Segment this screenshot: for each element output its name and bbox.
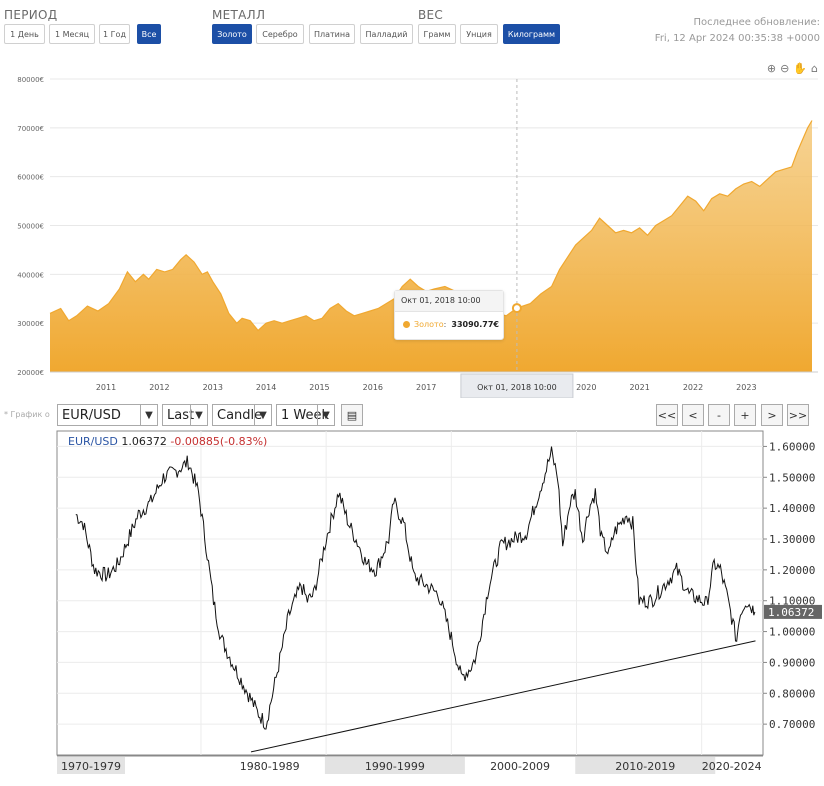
pan-hand-icon[interactable]: ✋ [793, 62, 807, 75]
field-select[interactable]: Last ▼ [162, 404, 208, 426]
gold-y-tick-label: 30000€ [17, 320, 44, 328]
zoom-out-button[interactable]: - [708, 404, 730, 426]
table-icon: ▤ [346, 408, 358, 422]
fx-y-tick-label: 1.40000 [769, 502, 815, 515]
series-dot-icon [403, 321, 410, 328]
gold-x-tick-label: 2015 [309, 383, 329, 392]
metal-palladium-button[interactable]: Палладий [360, 24, 413, 44]
gold-x-tick-label: 2016 [363, 383, 383, 392]
fx-x-tick-label: 2010-2019 [615, 760, 675, 773]
nav-last-button[interactable]: >> [787, 404, 809, 426]
weight-title: ВЕС [418, 8, 444, 22]
gold-x-tick-label: 2014 [256, 383, 276, 392]
zoom-out-icon[interactable]: ⊖ [780, 62, 789, 75]
legend-last: 1.06372 [121, 435, 167, 448]
chart-note: * График о [4, 410, 50, 419]
metal-platinum-button[interactable]: Платина [309, 24, 355, 44]
period-1year-button[interactable]: 1 Год [99, 24, 130, 44]
chevron-down-icon: ▼ [254, 405, 271, 425]
gold-y-tick-label: 80000€ [17, 76, 44, 84]
metal-gold-button[interactable]: Золото [212, 24, 252, 44]
tooltip-title: Окт 01, 2018 10:00 [395, 291, 503, 312]
period-1day-button[interactable]: 1 День [4, 24, 45, 44]
gold-x-tick-label: 2013 [203, 383, 223, 392]
legend-symbol: EUR/USD [68, 435, 118, 448]
fx-legend: EUR/USD 1.06372 -0.00885(-0.83%) [68, 435, 267, 448]
fx-x-tick-label: 1980-1989 [240, 760, 300, 773]
gold-x-tick-label: 2011 [96, 383, 116, 392]
gold-chart-toolbar: ⊕ ⊖ ✋ ⌂ [767, 62, 818, 75]
gold-y-tick-label: 20000€ [17, 369, 44, 377]
highlight-point [511, 303, 522, 314]
gold-y-tick-label: 50000€ [17, 223, 44, 231]
interval-select[interactable]: 1 Week ▼ [276, 404, 335, 426]
crosshair-label: Окт 01, 2018 10:00 [477, 383, 557, 392]
metal-silver-button[interactable]: Серебро [256, 24, 304, 44]
gold-x-tick-label: 2021 [629, 383, 649, 392]
period-all-button[interactable]: Все [137, 24, 161, 44]
metal-title: МЕТАЛЛ [212, 8, 266, 22]
fx-y-tick-label: 1.60000 [769, 440, 815, 453]
period-1month-button[interactable]: 1 Месяц [49, 24, 95, 44]
gold-y-tick-label: 40000€ [17, 271, 44, 279]
chevron-down-icon: ▼ [317, 405, 334, 425]
chart-type-select[interactable]: Candle ▼ [212, 404, 272, 426]
zoom-in-button[interactable]: + [734, 404, 756, 426]
weight-gram-button[interactable]: Грамм [418, 24, 456, 44]
gold-price-chart[interactable]: 20000€ 30000€ 40000€ 50000€ 60000€ 70000€ 8000… [0, 58, 824, 398]
fx-x-tick-label: 1990-1999 [365, 760, 425, 773]
fx-y-tick-label: 1.00000 [769, 626, 815, 639]
fx-y-tick-label: 1.50000 [769, 471, 815, 484]
symbol-select-value: EUR/USD [62, 407, 121, 423]
zoom-in-icon[interactable]: ⊕ [767, 62, 776, 75]
chevron-down-icon: ▼ [190, 405, 207, 425]
gold-x-tick-label: 2020 [576, 383, 596, 392]
gold-x-tick-label: 2022 [683, 383, 703, 392]
gold-y-tick-label: 60000€ [17, 174, 44, 182]
fx-y-tick-label: 0.90000 [769, 656, 815, 669]
fx-x-tick-label: 2000-2009 [490, 760, 550, 773]
tooltip-row: Золото: 33090.77€ [403, 320, 499, 329]
fx-x-tick-label: 2020-2024 [702, 760, 762, 773]
fx-y-tick-label: 1.30000 [769, 533, 815, 546]
gold-x-tick-label: 2012 [149, 383, 169, 392]
weight-ounce-button[interactable]: Унция [460, 24, 498, 44]
nav-first-button[interactable]: << [656, 404, 678, 426]
legend-change: -0.00885(-0.83%) [170, 435, 268, 448]
fx-x-tick-label: 1970-1979 [61, 760, 121, 773]
fx-y-tick-label: 0.70000 [769, 718, 815, 731]
chevron-down-icon: ▼ [140, 405, 157, 425]
period-title: ПЕРИОД [4, 8, 58, 22]
nav-prev-button[interactable]: < [682, 404, 704, 426]
fx-y-tick-label: 0.80000 [769, 687, 815, 700]
gold-y-tick-label: 70000€ [17, 125, 44, 133]
fx-price-label: 1.06372 [768, 606, 814, 619]
nav-next-button[interactable]: > [761, 404, 783, 426]
tooltip-value: 33090.77€ [451, 320, 499, 329]
last-update-label: Последнее обновление: [693, 17, 820, 28]
fx-y-tick-label: 1.20000 [769, 564, 815, 577]
weight-kilogram-button[interactable]: Килограмм [503, 24, 560, 44]
gold-tooltip: Окт 01, 2018 10:00 Золото: 33090.77€ [394, 290, 504, 340]
data-table-button[interactable]: ▤ [341, 404, 363, 426]
tooltip-series-name: Золото [414, 320, 444, 329]
symbol-select[interactable]: EUR/USD ▼ [57, 404, 158, 426]
last-update-value: Fri, 12 Apr 2024 00:35:38 +0000 [654, 33, 820, 44]
gold-x-tick-label: 2023 [736, 383, 756, 392]
gold-x-tick-label: 2017 [416, 383, 436, 392]
home-icon[interactable]: ⌂ [811, 62, 818, 75]
eurusd-chart[interactable]: 0.700000.800000.900001.000001.100001.200… [0, 430, 824, 786]
